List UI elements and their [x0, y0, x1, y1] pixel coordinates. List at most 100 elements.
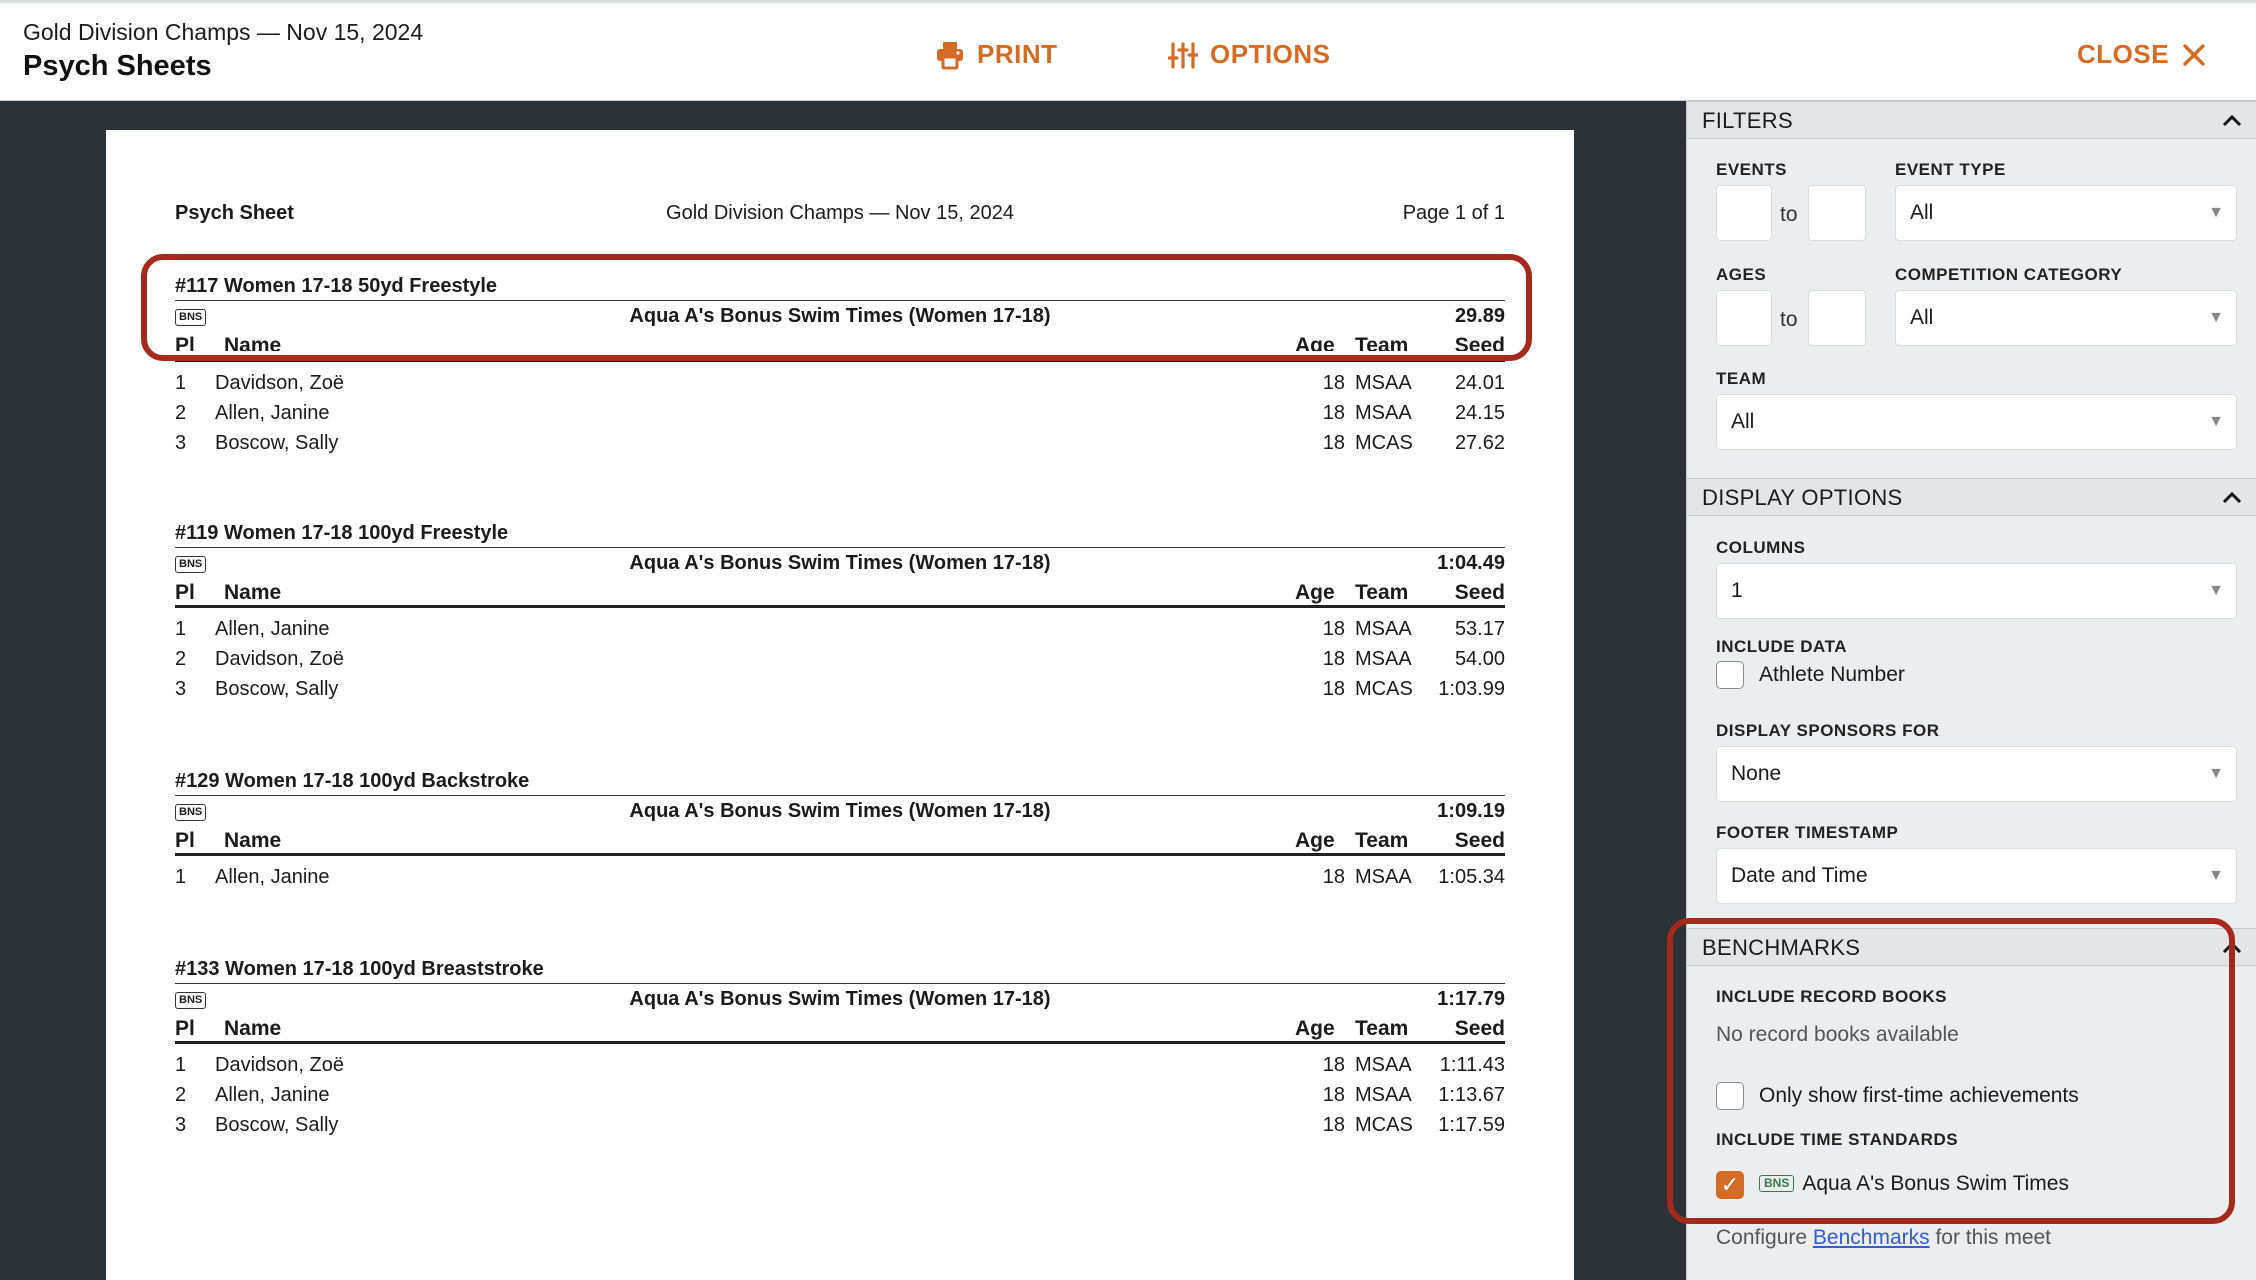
standard-time: 29.89 — [1454, 305, 1505, 327]
col-pl: Pl — [175, 334, 195, 351]
event-rows: 1 Allen, Janine 18 MSAA 53.17 2 Davidson, Zoë… — [175, 608, 1505, 704]
col-name: Name — [224, 334, 282, 351]
configure-suffix: for this meet — [1935, 1226, 2052, 1249]
col-age: Age — [1295, 829, 1335, 852]
column-header-clip: Pl Name Age Team Seed — [175, 331, 1505, 351]
close-button[interactable]: CLOSE — [2077, 39, 2207, 70]
sliders-icon — [1168, 40, 1198, 70]
events-from-input[interactable] — [1716, 185, 1772, 241]
standard-time: 1:17.79 — [1437, 988, 1505, 1010]
ages-to-input[interactable] — [1808, 290, 1866, 346]
ages-from-input[interactable] — [1716, 290, 1772, 346]
col-age: Age — [1295, 1017, 1335, 1040]
benchmarks-title: BENCHMARKS — [1702, 935, 1861, 960]
cell-seed: 24.01 — [1454, 372, 1505, 394]
cell-seed: 54.00 — [1454, 648, 1505, 670]
chevron-up-icon — [2221, 929, 2243, 979]
columns-select[interactable]: 1 ▼ — [1716, 563, 2237, 619]
cell-team: MCAS — [1355, 678, 1413, 700]
competition-category-label: COMPETITION CATEGORY — [1895, 265, 2123, 284]
cell-seed: 1:11.43 — [1439, 1054, 1505, 1076]
cell-age: 18 — [1322, 618, 1345, 640]
meet-subtitle: Gold Division Champs — Nov 15, 2024 — [23, 19, 424, 45]
record-books-label: INCLUDE RECORD BOOKS — [1716, 987, 1948, 1006]
standard-row: BNS Aqua A's Bonus Swim Times (Women 17-… — [175, 796, 1505, 826]
team-value: All — [1731, 410, 1755, 433]
col-seed: Seed — [1454, 1017, 1505, 1040]
include-data-label: INCLUDE DATA — [1716, 637, 1847, 656]
col-name: Name — [224, 581, 282, 604]
filters-header[interactable]: FILTERS — [1687, 101, 2256, 139]
page-title: Psych Sheets — [23, 50, 212, 82]
options-label: OPTIONS — [1210, 39, 1331, 69]
team-label: TEAM — [1716, 369, 1767, 388]
cell-pl: 3 — [175, 678, 187, 700]
cell-name: Allen, Janine — [215, 618, 330, 640]
cell-seed: 27.62 — [1454, 432, 1505, 454]
cell-name: Allen, Janine — [215, 1084, 330, 1106]
sponsors-select[interactable]: None ▼ — [1716, 746, 2237, 802]
column-header: Pl Name Age Team Seed — [175, 331, 1505, 351]
cell-name: Boscow, Sally — [215, 432, 339, 454]
standard-row: BNS Aqua A's Bonus Swim Times (Women 17-… — [175, 548, 1505, 578]
bns-tag: BNS — [1759, 1175, 1795, 1192]
team-select[interactable]: All ▼ — [1716, 394, 2237, 450]
col-pl: Pl — [175, 1017, 195, 1040]
cell-seed: 53.17 — [1454, 618, 1505, 640]
cell-team: MSAA — [1355, 866, 1412, 888]
dropdown-arrow-icon: ▼ — [2208, 204, 2224, 221]
athlete-number-checkbox[interactable] — [1716, 661, 1744, 689]
col-team: Team — [1355, 829, 1409, 852]
footer-timestamp-select[interactable]: Date and Time ▼ — [1716, 848, 2237, 904]
columns-label: COLUMNS — [1716, 538, 1806, 557]
cell-pl: 1 — [175, 866, 187, 888]
cell-age: 18 — [1322, 678, 1345, 700]
standard-checkbox-checked[interactable]: ✓ — [1716, 1171, 1744, 1199]
standard-time: 1:04.49 — [1437, 552, 1505, 574]
col-team: Team — [1355, 334, 1409, 351]
cell-team: MSAA — [1355, 1084, 1412, 1106]
print-label: PRINT — [977, 39, 1058, 69]
event-rows: 1 Allen, Janine 18 MSAA 1:05.34 — [175, 856, 1505, 892]
standard-row: BNS Aqua A's Bonus Swim Times (Women 17-… — [175, 984, 1505, 1014]
cell-pl: 2 — [175, 1084, 187, 1106]
cell-pl: 3 — [175, 432, 187, 454]
benchmarks-link[interactable]: Benchmarks — [1813, 1226, 1930, 1249]
event-block: #133 Women 17-18 100yd Breaststroke BNS … — [175, 954, 1505, 1140]
cell-seed: 24.15 — [1454, 402, 1505, 424]
event-type-value: All — [1910, 201, 1934, 224]
sponsors-label: DISPLAY SPONSORS FOR — [1716, 721, 1940, 740]
first-time-achievements-checkbox[interactable] — [1716, 1082, 1744, 1110]
cell-pl: 3 — [175, 1114, 187, 1136]
close-label: CLOSE — [2077, 39, 2170, 69]
dropdown-arrow-icon: ▼ — [2208, 309, 2224, 326]
col-team: Team — [1355, 1017, 1409, 1040]
event-rows: 1 Davidson, Zoë 18 MSAA 24.01 2 Allen, Janine… — [175, 362, 1505, 458]
col-name: Name — [224, 829, 282, 852]
ages-to-label: to — [1780, 308, 1798, 331]
dropdown-arrow-icon: ▼ — [2208, 765, 2224, 782]
col-pl: Pl — [175, 829, 195, 852]
column-header: Pl Name Age Team Seed — [175, 1014, 1505, 1044]
event-type-select[interactable]: All ▼ — [1895, 185, 2237, 241]
print-button[interactable]: PRINT — [935, 39, 1058, 70]
cell-team: MSAA — [1355, 372, 1412, 394]
col-pl: Pl — [175, 581, 195, 604]
standard-name: Aqua A's Bonus Swim Times (Women 17-18) — [629, 305, 1051, 327]
cell-age: 18 — [1322, 372, 1345, 394]
dropdown-arrow-icon: ▼ — [2208, 582, 2224, 599]
events-to-label: to — [1780, 203, 1798, 226]
options-button[interactable]: OPTIONS — [1168, 39, 1331, 70]
cell-name: Davidson, Zoë — [215, 372, 344, 394]
footer-timestamp-label: FOOTER TIMESTAMP — [1716, 823, 1899, 842]
cell-pl: 1 — [175, 372, 187, 394]
cell-age: 18 — [1322, 1114, 1345, 1136]
display-options-header[interactable]: DISPLAY OPTIONS — [1687, 478, 2256, 516]
competition-category-select[interactable]: All ▼ — [1895, 290, 2237, 346]
benchmarks-header[interactable]: BENCHMARKS — [1687, 928, 2256, 966]
cell-age: 18 — [1322, 432, 1345, 454]
events-to-input[interactable] — [1808, 185, 1866, 241]
cell-age: 18 — [1322, 1084, 1345, 1106]
standard-option-label: Aqua A's Bonus Swim Times — [1802, 1172, 2069, 1195]
table-row: 1 Davidson, Zoë 18 MSAA 24.01 — [175, 368, 1505, 398]
